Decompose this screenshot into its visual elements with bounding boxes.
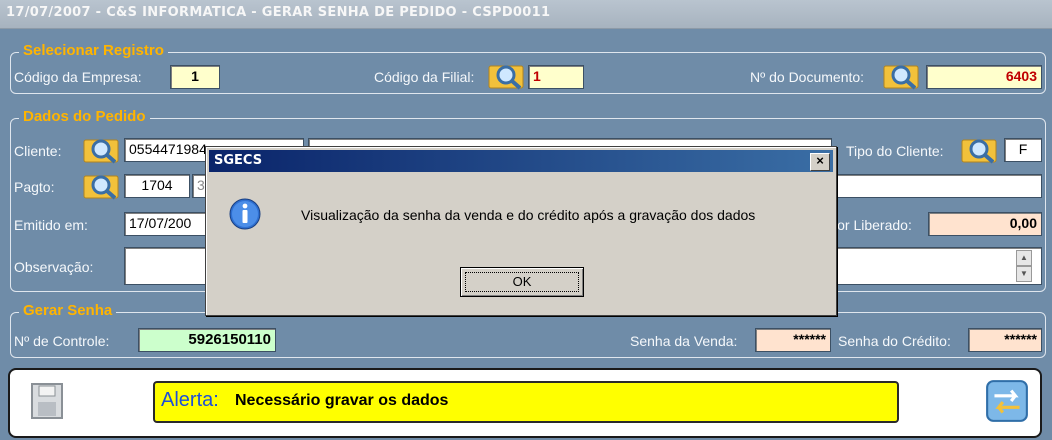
controle-label: Nº de Controle: [14,333,110,349]
senha-credito-label: Senha do Crédito: [838,333,951,349]
controle-field[interactable]: 5926150110 [138,328,276,352]
focus-rect [465,272,579,292]
dialog-message: Visualização da senha da venda e do créd… [301,207,756,223]
search-folder-icon[interactable] [487,60,527,90]
senha-credito-field[interactable]: ****** [968,328,1042,352]
valor-liberado-label: lor Liberado: [834,217,912,233]
info-icon [229,198,261,230]
spin-down-icon[interactable]: ▼ [1016,266,1032,282]
cliente-label: Cliente: [14,143,62,159]
alert-box: Alerta: Necessário gravar os dados [153,381,899,423]
senha-venda-label: Senha da Venda: [630,333,738,349]
exchange-icon[interactable] [984,378,1030,424]
gerar-senha-legend: Gerar Senha [19,302,117,319]
pagto-label: Pagto: [14,179,55,195]
window-titlebar: 17/07/2007 - C&S INFORMATICA - GERAR SEN… [0,0,1052,29]
alert-panel: Alerta: Necessário gravar os dados [8,368,1042,438]
search-folder-icon[interactable] [82,170,122,200]
dialog-titlebar: SGECS × [209,150,833,172]
save-disk-icon[interactable] [28,380,68,424]
ok-button[interactable]: OK [460,267,584,297]
tipo-cliente-field[interactable]: F [1004,138,1042,162]
documento-field[interactable]: 6403 [926,65,1042,89]
search-folder-icon[interactable] [960,134,1000,164]
emitido-field[interactable]: 17/07/200 [124,212,210,236]
filial-label: Código da Filial: [374,69,475,85]
emitido-label: Emitido em: [14,217,88,233]
senha-venda-field[interactable]: ****** [755,328,831,352]
dialog-close-button[interactable]: × [810,153,830,171]
pagto-code-field[interactable]: 1704 [124,174,190,198]
spin-up-icon[interactable]: ▲ [1016,250,1032,266]
selecionar-registro-legend: Selecionar Registro [19,42,168,59]
empresa-field[interactable]: 1 [170,65,220,89]
valor-liberado-field[interactable]: 0,00 [928,212,1042,236]
search-folder-icon[interactable] [82,134,122,164]
pagto-extra-field[interactable] [834,174,1042,198]
documento-label: Nº do Documento: [750,69,865,85]
dialog-title: SGECS [214,153,263,168]
dados-pedido-legend: Dados do Pedido [19,108,150,125]
search-folder-icon[interactable] [882,60,922,90]
observacao-label: Observação: [14,259,94,275]
alert-label: Alerta: [161,389,219,411]
message-dialog: SGECS × Visualização da senha da venda e… [205,146,837,316]
tipo-cliente-label: Tipo do Cliente: [846,143,944,159]
filial-field[interactable]: 1 [528,65,584,89]
window-title: 17/07/2007 - C&S INFORMATICA - GERAR SEN… [6,5,551,20]
empresa-label: Código da Empresa: [14,69,142,85]
alert-message: Necessário gravar os dados [235,392,449,409]
